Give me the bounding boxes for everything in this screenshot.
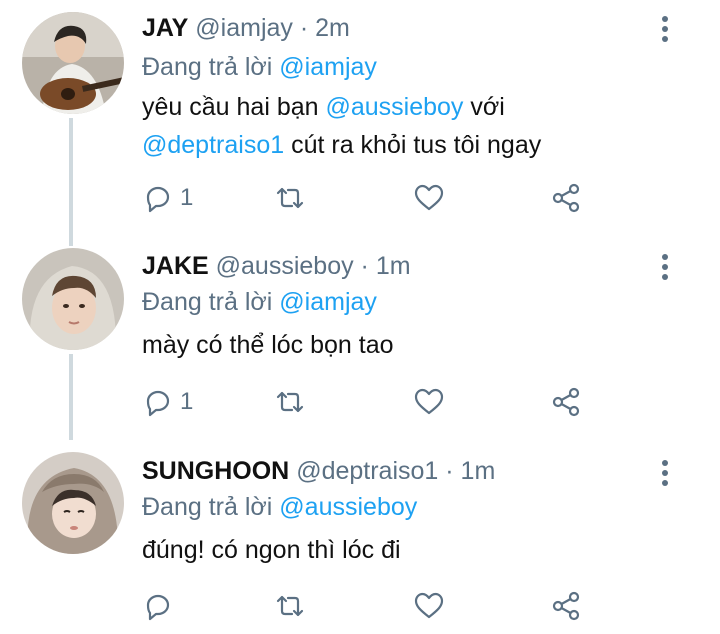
share-button[interactable] xyxy=(550,586,582,626)
reply-icon xyxy=(146,390,170,417)
retweet-button[interactable] xyxy=(274,178,306,218)
like-button[interactable] xyxy=(413,586,445,626)
text-segment: yêu cầu hai bạn xyxy=(142,93,326,121)
replying-to-mention[interactable]: @aussieboy xyxy=(279,493,417,521)
like-icon xyxy=(414,184,444,211)
display-name[interactable]: JAKE xyxy=(142,252,209,280)
action-bar xyxy=(0,586,720,626)
reply-button[interactable]: 1 xyxy=(142,382,193,422)
reply-count: 1 xyxy=(180,388,194,415)
share-icon xyxy=(552,183,580,213)
replying-to-label: Đang trả lời xyxy=(142,53,273,81)
tweet-text: mày có thể lóc bọn tao xyxy=(142,326,394,364)
reply-icon xyxy=(146,594,170,621)
tweet-jay[interactable]: JAY @iamjay · 2m Đang trả lời @iamjay yê… xyxy=(0,0,720,230)
tweet-header: JAKE @aussieboy · 1m xyxy=(142,252,411,281)
like-button[interactable] xyxy=(413,382,445,422)
share-button[interactable] xyxy=(550,382,582,422)
thread-line xyxy=(69,230,73,246)
user-handle[interactable]: @aussieboy xyxy=(216,252,354,280)
retweet-icon xyxy=(276,187,304,209)
timestamp[interactable]: · 1m xyxy=(361,252,411,280)
like-button[interactable] xyxy=(413,178,445,218)
reply-button[interactable]: 1 xyxy=(142,178,193,218)
more-vertical-icon[interactable] xyxy=(661,16,669,46)
reply-icon xyxy=(146,186,170,213)
replying-to-label: Đang trả lời xyxy=(142,288,273,316)
replying-to: Đang trả lời @iamjay xyxy=(142,288,377,317)
avatar[interactable] xyxy=(22,452,124,554)
tweet-text: yêu cầu hai bạn @aussieboy với @deptrais… xyxy=(142,88,541,164)
avatar[interactable] xyxy=(22,12,124,114)
text-segment: đúng! có ngon thì lóc đi xyxy=(142,536,401,564)
action-bar: 1 xyxy=(0,382,720,422)
share-icon xyxy=(552,387,580,417)
text-segment: mày có thể lóc bọn tao xyxy=(142,331,394,359)
replying-to: Đang trả lời @aussieboy xyxy=(142,493,417,522)
user-handle[interactable]: @iamjay xyxy=(195,14,293,42)
reply-button[interactable] xyxy=(142,586,180,626)
tweet-jake[interactable]: JAKE @aussieboy · 1m Đang trả lời @iamja… xyxy=(0,230,720,440)
display-name[interactable]: SUNGHOON xyxy=(142,457,289,485)
more-vertical-icon[interactable] xyxy=(661,460,669,490)
more-vertical-icon[interactable] xyxy=(661,254,669,284)
replying-to-label: Đang trả lời xyxy=(142,493,273,521)
action-bar: 1 xyxy=(0,178,720,218)
retweet-icon xyxy=(276,595,304,617)
replying-to: Đang trả lời @iamjay xyxy=(142,53,377,82)
text-segment: với xyxy=(463,93,505,121)
avatar[interactable] xyxy=(22,248,124,350)
timestamp[interactable]: · 1m xyxy=(445,457,495,485)
retweet-icon xyxy=(276,391,304,413)
user-handle[interactable]: @deptraiso1 xyxy=(296,457,438,485)
like-icon xyxy=(414,592,444,619)
mention-deptraiso1[interactable]: @deptraiso1 xyxy=(142,131,284,159)
retweet-button[interactable] xyxy=(274,382,306,422)
replying-to-mention[interactable]: @iamjay xyxy=(279,53,377,81)
share-icon xyxy=(552,591,580,621)
like-icon xyxy=(414,388,444,415)
share-button[interactable] xyxy=(550,178,582,218)
tweet-header: SUNGHOON @deptraiso1 · 1m xyxy=(142,457,495,486)
mention-aussieboy[interactable]: @aussieboy xyxy=(325,93,463,121)
tweet-header: JAY @iamjay · 2m xyxy=(142,14,350,43)
retweet-button[interactable] xyxy=(274,586,306,626)
replying-to-mention[interactable]: @iamjay xyxy=(279,288,377,316)
display-name[interactable]: JAY xyxy=(142,14,188,42)
tweet-sunghoon[interactable]: SUNGHOON @deptraiso1 · 1m Đang trả lời @… xyxy=(0,440,720,634)
tweet-text: đúng! có ngon thì lóc đi xyxy=(142,531,401,569)
timestamp[interactable]: · 2m xyxy=(300,14,350,42)
text-segment: cút ra khỏi tus tôi ngay xyxy=(284,131,542,159)
reply-count: 1 xyxy=(180,184,194,211)
